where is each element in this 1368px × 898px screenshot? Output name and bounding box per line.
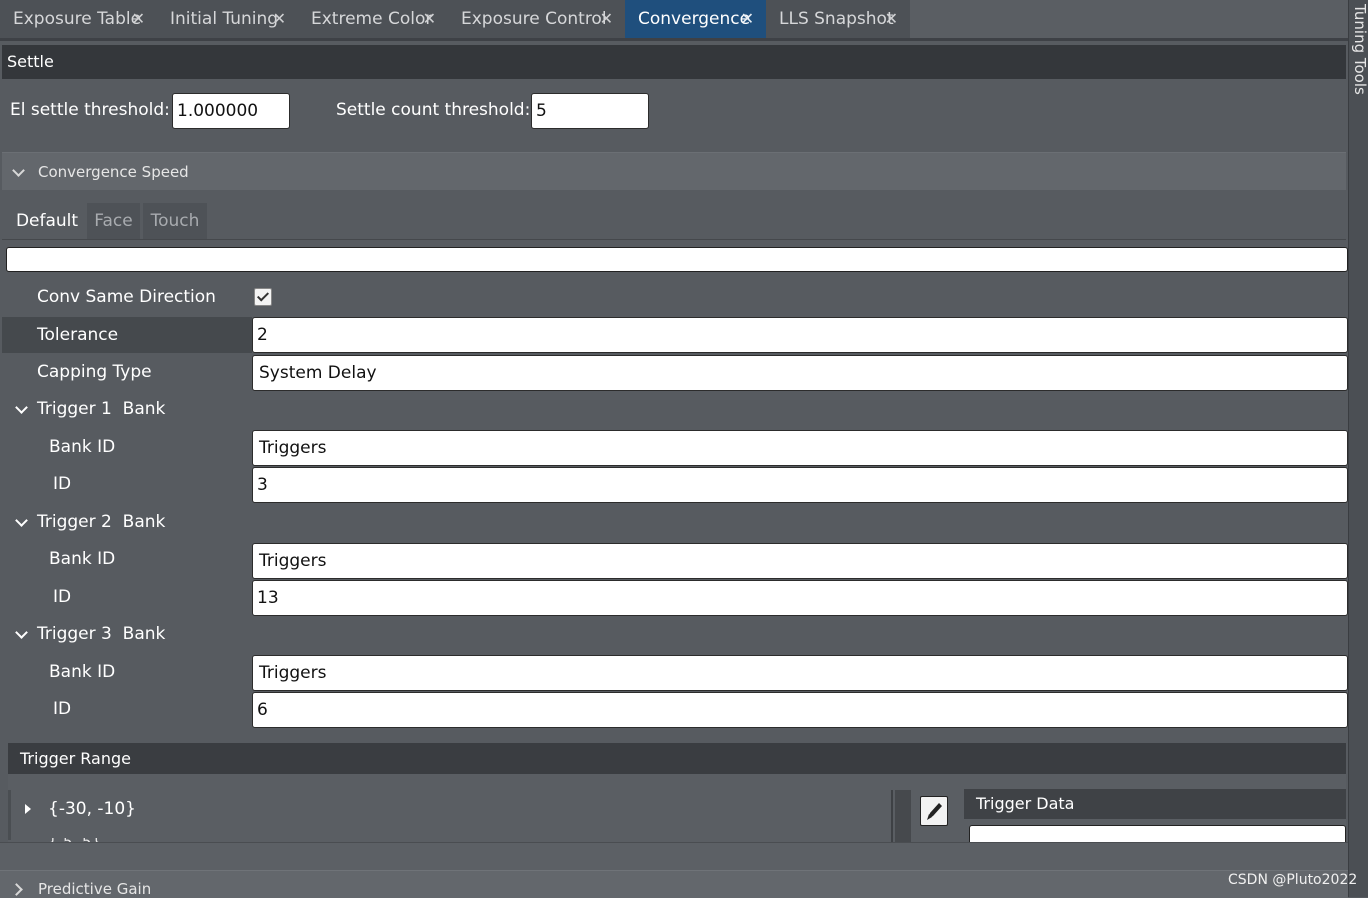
tab-label: LLS Snapshot [779, 9, 894, 29]
tab-label: Exposure Control [461, 9, 607, 29]
trigger-3-bank-id-input[interactable]: Triggers [252, 655, 1348, 691]
trigger-2-bank-id-label: Bank ID [49, 549, 116, 569]
tab-initial-tuning[interactable]: Initial Tuning ✕ [157, 0, 298, 38]
tab-bar: Exposure Table ✕ Initial Tuning ✕ Extrem… [0, 0, 1348, 38]
settle-header: Settle [2, 45, 1346, 79]
trigger-data-header: Trigger Data [964, 789, 1346, 819]
trigger-2-id-input[interactable]: 13 [252, 580, 1348, 616]
subtab-underline [2, 239, 1346, 240]
subtab-input-bar[interactable] [6, 247, 1348, 272]
expand-arrow-icon[interactable] [25, 804, 31, 814]
tolerance-label: Tolerance [37, 325, 119, 345]
predictive-gain-label[interactable]: Predictive Gain [38, 880, 151, 898]
trigger-range-item[interactable]: {-30, -10} [48, 799, 136, 819]
close-icon[interactable]: ✕ [132, 0, 145, 38]
tab-extreme-color[interactable]: Extreme Color ✕ [298, 0, 448, 38]
splitter-track [895, 790, 911, 842]
trigger-1-bank-id-label: Bank ID [49, 437, 116, 457]
convergence-speed-section[interactable] [2, 153, 1346, 190]
horizontal-scroll-area[interactable] [0, 842, 1348, 871]
tab-lls-snapshot[interactable]: LLS Snapshot ✕ [766, 0, 910, 38]
trigger-1-id-label: ID [53, 474, 72, 494]
tuning-tools-label[interactable]: Tuning Tools [1351, 4, 1368, 95]
predictive-gain-section[interactable] [0, 870, 1348, 898]
tree-guide [8, 790, 11, 840]
trigger-2-bank-label[interactable]: Trigger 2 Bank [37, 512, 165, 532]
trigger-3-bank-label[interactable]: Trigger 3 Bank [37, 624, 165, 644]
trigger-3-id-input[interactable]: 6 [252, 692, 1348, 728]
trigger-2-bank-id-input[interactable]: Triggers [252, 543, 1348, 579]
watermark: CSDN @Pluto2022 [1228, 872, 1358, 888]
tab-exposure-table[interactable]: Exposure Table ✕ [0, 0, 157, 38]
close-icon[interactable]: ✕ [273, 0, 286, 38]
trigger-range-header: Trigger Range [8, 743, 1346, 774]
tab-label: Convergence [638, 9, 751, 29]
subtab-default[interactable]: Default [8, 203, 86, 239]
tab-exposure-control[interactable]: Exposure Control ✕ [448, 0, 625, 38]
trigger-1-id-input[interactable]: 3 [252, 467, 1348, 503]
trigger-1-bank-id-input[interactable]: Triggers [252, 430, 1348, 466]
subtab-face[interactable]: Face [87, 203, 140, 239]
tab-underline [0, 38, 1348, 41]
capping-type-select[interactable]: System Delay [252, 355, 1348, 391]
tolerance-input[interactable]: 2 [252, 317, 1348, 353]
trigger-2-id-label: ID [53, 587, 72, 607]
close-icon[interactable]: ✕ [423, 0, 436, 38]
settle-count-threshold-input[interactable]: 5 [531, 93, 649, 129]
pencil-icon [927, 803, 942, 820]
close-icon[interactable]: ✕ [885, 0, 898, 38]
subtab-touch[interactable]: Touch [143, 203, 207, 239]
close-icon[interactable]: ✕ [741, 0, 754, 38]
trigger-1-bank-label[interactable]: Trigger 1 Bank [37, 399, 165, 419]
close-icon[interactable]: ✕ [600, 0, 613, 38]
trigger-3-id-label: ID [53, 699, 72, 719]
el-settle-threshold-label: El settle threshold: [10, 100, 170, 120]
settle-count-threshold-label: Settle count threshold: [336, 100, 531, 120]
tuning-tools-panel[interactable] [1348, 0, 1368, 897]
trigger-3-bank-id-label: Bank ID [49, 662, 116, 682]
capping-type-label: Capping Type [37, 362, 152, 382]
tab-label: Exposure Table [13, 9, 142, 29]
el-settle-threshold-input[interactable]: 1.000000 [172, 93, 290, 129]
splitter[interactable] [891, 790, 893, 842]
edit-button[interactable] [920, 796, 948, 826]
tab-label: Extreme Color [311, 9, 433, 29]
conv-same-direction-checkbox[interactable] [254, 288, 272, 306]
tab-label: Initial Tuning [170, 9, 279, 29]
convergence-speed-label[interactable]: Convergence Speed [38, 163, 189, 181]
tab-convergence[interactable]: Convergence ✕ [625, 0, 766, 38]
conv-same-direction-label: Conv Same Direction [37, 287, 216, 307]
